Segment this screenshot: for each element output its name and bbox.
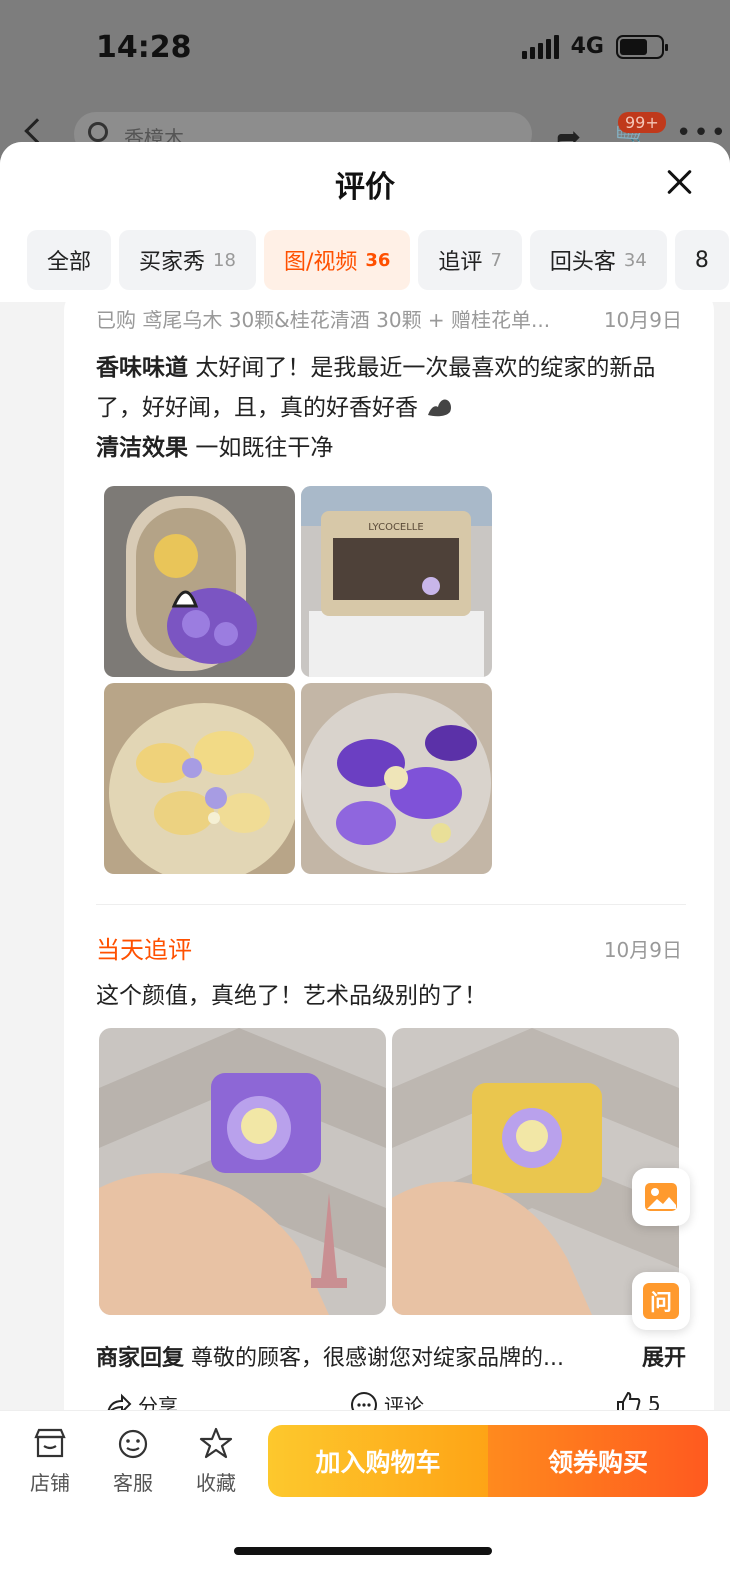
service-icon bbox=[118, 1429, 148, 1459]
tab-count: 18 bbox=[213, 249, 236, 271]
tab-followup[interactable]: 追评 7 bbox=[418, 230, 522, 290]
review-photo[interactable] bbox=[104, 486, 295, 677]
ask-button[interactable]: 问 bbox=[632, 1272, 690, 1330]
image-filter-button[interactable] bbox=[632, 1168, 690, 1226]
tab-repeat-customer[interactable]: 回头客 34 bbox=[529, 230, 667, 290]
network-type: 4G bbox=[570, 34, 604, 59]
battery-icon bbox=[616, 34, 668, 59]
sheet-header: 评价 全部 买家秀 18 图/视频 36 追评 7 回头客 34 8 bbox=[0, 142, 730, 302]
store-icon bbox=[34, 1428, 66, 1458]
reviews-sheet: 评价 全部 买家秀 18 图/视频 36 追评 7 回头客 34 8 已购 鸢尾乌木 3… bbox=[0, 142, 730, 1582]
cart-badge: 99+ bbox=[618, 112, 666, 133]
purchased-variant: 已购 鸢尾乌木 30颗&桂花清酒 30颗 + 赠桂花单... bbox=[96, 308, 551, 332]
review-body: 香味味道 太好闻了！是我最近一次最喜欢的绽家的新品了，好好闻，且，真的好香好香 … bbox=[96, 348, 686, 468]
tab-photo-video[interactable]: 图/视频 36 bbox=[263, 230, 411, 290]
followup-label: 当天追评 bbox=[96, 936, 192, 964]
divider bbox=[96, 904, 686, 905]
followup-photos bbox=[99, 1028, 679, 1315]
reply-label: 商家回复 bbox=[96, 1346, 185, 1371]
review-date: 10月9日 bbox=[603, 308, 682, 332]
image-icon bbox=[645, 1183, 677, 1211]
search-icon bbox=[88, 122, 108, 142]
followup-date: 10月9日 bbox=[603, 938, 682, 962]
home-indicator bbox=[234, 1547, 492, 1555]
review-card: 已购 鸢尾乌木 30颗&桂花清酒 30颗 + 赠桂花单... 10月9日 香味味… bbox=[64, 290, 714, 1430]
tab-more[interactable]: 8 bbox=[674, 230, 729, 290]
add-to-cart-button[interactable]: 加入购物车 bbox=[268, 1425, 488, 1497]
purchase-buttons: 加入购物车 领券购买 bbox=[268, 1425, 708, 1497]
sheet-title: 评价 bbox=[335, 170, 395, 205]
followup-text: 这个颜值，真绝了！艺术品级别的了！ bbox=[96, 983, 487, 1009]
review-photo-grid: LYCOCELLE bbox=[104, 486, 494, 874]
review-photo[interactable]: LYCOCELLE bbox=[301, 486, 492, 677]
tab-count: 34 bbox=[623, 249, 647, 271]
muscle-emoji-icon bbox=[428, 399, 452, 417]
tab-buyer-show[interactable]: 买家秀 18 bbox=[119, 230, 256, 290]
followup-photo[interactable] bbox=[99, 1028, 386, 1315]
service-button[interactable]: 客服 bbox=[103, 1427, 163, 1496]
tab-count: 36 bbox=[365, 249, 391, 271]
store-button[interactable]: 店铺 bbox=[20, 1427, 80, 1496]
background-page: 14:28 4G 香樟木 ➦ 🛒 99+ ••• bbox=[0, 0, 730, 156]
back-icon bbox=[24, 118, 50, 144]
svg-text:LYCOCELLE: LYCOCELLE bbox=[368, 522, 423, 533]
expand-reply-button[interactable]: 展开 bbox=[637, 1340, 686, 1372]
star-icon bbox=[199, 1427, 233, 1459]
coupon-buy-button[interactable]: 领券购买 bbox=[488, 1425, 708, 1497]
signal-icon bbox=[521, 34, 559, 59]
review-photo[interactable] bbox=[301, 683, 492, 874]
status-indicators: 4G bbox=[521, 34, 668, 59]
favorite-button[interactable]: 收藏 bbox=[186, 1427, 246, 1496]
tab-all[interactable]: 全部 bbox=[27, 230, 112, 290]
close-icon[interactable] bbox=[666, 168, 694, 196]
review-filter-tabs: 全部 买家秀 18 图/视频 36 追评 7 回头客 34 8 bbox=[27, 230, 729, 290]
reply-text: 尊敬的顾客，很感谢您对绽家品牌的... bbox=[191, 1346, 564, 1371]
status-time: 14:28 bbox=[96, 30, 192, 65]
review-photo[interactable] bbox=[104, 683, 295, 874]
scent-label: 香味味道 bbox=[96, 355, 188, 381]
ask-icon: 问 bbox=[643, 1283, 679, 1319]
clean-text: 一如既往干净 bbox=[195, 435, 334, 461]
clean-label: 清洁效果 bbox=[96, 435, 188, 461]
merchant-reply: 商家回复 尊敬的顾客，很感谢您对绽家品牌的... 展开 bbox=[96, 1340, 686, 1372]
bottom-action-bar: 店铺 客服 收藏 加入购物车 领券购买 bbox=[0, 1410, 730, 1582]
tab-count: 7 bbox=[490, 249, 502, 271]
